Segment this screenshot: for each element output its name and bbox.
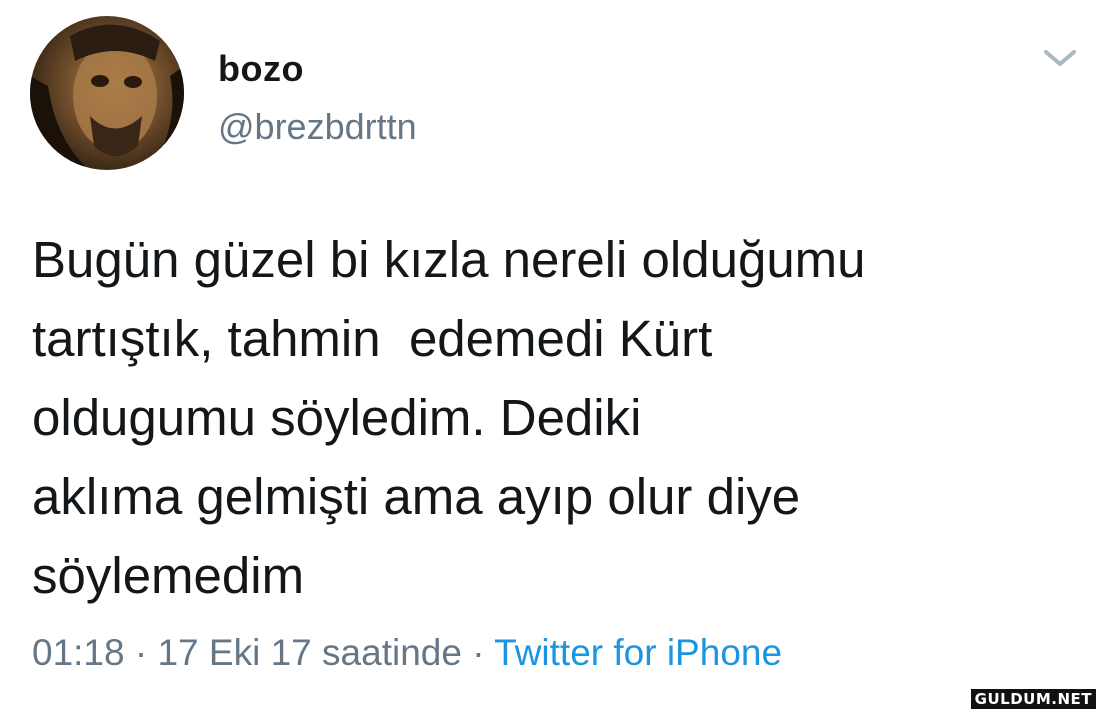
user-handle[interactable]: @brezbdrttn (218, 106, 417, 148)
tweet-text-line: tartıştık, tahmin edemedi Kürt (32, 310, 713, 367)
avatar[interactable] (30, 16, 184, 170)
tweet-time[interactable]: 01:18 (32, 632, 125, 673)
meta-separator: · (461, 632, 495, 673)
tweet-text-line: Bugün güzel bi kızla nereli olduğumu (32, 231, 866, 288)
display-name[interactable]: bozo (218, 48, 304, 90)
watermark-logo: GULDUM.NET (970, 689, 1096, 709)
avatar-image (30, 24, 184, 170)
tweet-source-link[interactable]: Twitter for iPhone (494, 632, 782, 673)
tweet-text-line: oldugumu söyledim. Dediki (32, 389, 642, 446)
tweet-text: Bugün güzel bi kızla nereli olduğumu tar… (32, 220, 1072, 615)
tweet-card: bozo @brezbdrttn Bugün güzel bi kızla ne… (0, 0, 1100, 711)
tweet-text-line: aklıma gelmişti ama ayıp olur diye (32, 468, 801, 525)
tweet-text-line: söylemedim (32, 547, 305, 604)
meta-separator: · (124, 632, 158, 673)
tweet-meta: 01:18 · 17 Eki 17 saatinde · Twitter for… (32, 632, 782, 674)
chevron-down-icon[interactable] (1042, 44, 1078, 72)
tweet-date[interactable]: 17 Eki 17 saatinde (157, 632, 461, 673)
